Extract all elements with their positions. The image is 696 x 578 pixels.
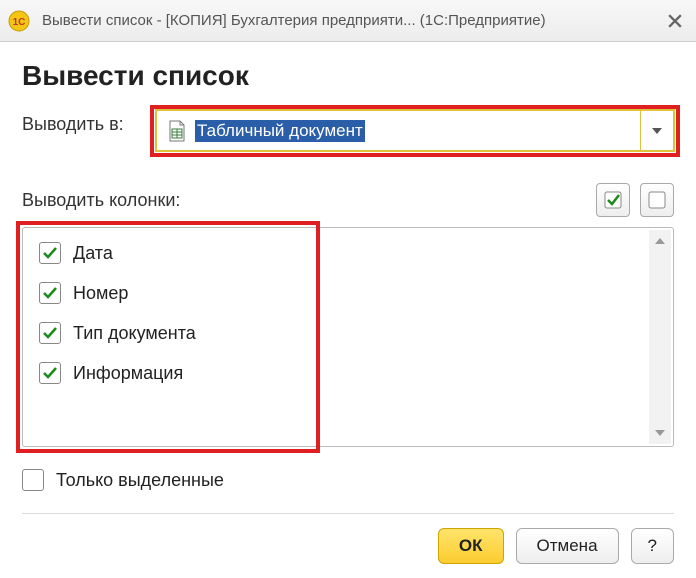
dialog-window: 1C Вывести список - [КОПИЯ] Бухгалтерия … bbox=[0, 0, 696, 558]
output-to-row: Выводить в: Табличный документ bbox=[22, 114, 674, 135]
check-all-button[interactable] bbox=[596, 183, 630, 217]
help-button[interactable]: ? bbox=[631, 528, 674, 564]
scrollbar[interactable] bbox=[649, 230, 671, 444]
output-selected-value: Табличный документ bbox=[195, 120, 365, 142]
scroll-down-button[interactable] bbox=[649, 422, 671, 444]
only-selected-row: Только выделенные bbox=[22, 469, 674, 491]
ok-button[interactable]: ОК bbox=[438, 528, 504, 564]
dropdown-arrow-button[interactable] bbox=[641, 111, 673, 150]
titlebar-text: Вывести список - [КОПИЯ] Бухгалтерия пре… bbox=[42, 12, 662, 29]
columns-label: Выводить колонки: bbox=[22, 190, 180, 211]
only-selected-checkbox[interactable] bbox=[22, 469, 44, 491]
list-item[interactable]: Информация bbox=[39, 362, 657, 384]
only-selected-label: Только выделенные bbox=[56, 470, 224, 491]
checkbox[interactable] bbox=[39, 362, 61, 384]
list-item-label: Информация bbox=[73, 363, 183, 384]
cancel-button[interactable]: Отмена bbox=[516, 528, 619, 564]
list-item-label: Тип документа bbox=[73, 323, 196, 344]
list-item[interactable]: Номер bbox=[39, 282, 657, 304]
column-tool-buttons bbox=[596, 183, 674, 217]
uncheck-all-button[interactable] bbox=[640, 183, 674, 217]
separator bbox=[22, 513, 674, 514]
columns-header-row: Выводить колонки: bbox=[22, 181, 674, 219]
output-dropdown[interactable]: Табличный документ bbox=[155, 109, 675, 152]
close-button[interactable] bbox=[662, 8, 688, 34]
list-item[interactable]: Тип документа bbox=[39, 322, 657, 344]
columns-checklist: Дата Номер Тип документа bbox=[23, 228, 673, 398]
output-to-label: Выводить в: bbox=[22, 114, 124, 135]
dialog-title: Вывести список bbox=[22, 60, 674, 92]
checkbox[interactable] bbox=[39, 282, 61, 304]
list-item-label: Дата bbox=[73, 243, 113, 264]
list-item-label: Номер bbox=[73, 283, 128, 304]
scroll-track[interactable] bbox=[649, 252, 671, 422]
list-item[interactable]: Дата bbox=[39, 242, 657, 264]
scroll-up-button[interactable] bbox=[649, 230, 671, 252]
app-1c-icon: 1C bbox=[8, 10, 30, 32]
checkbox[interactable] bbox=[39, 322, 61, 344]
output-dropdown-value-area[interactable]: Табличный документ bbox=[157, 111, 640, 150]
svg-text:1C: 1C bbox=[13, 17, 26, 28]
titlebar: 1C Вывести список - [КОПИЯ] Бухгалтерия … bbox=[0, 0, 696, 42]
checkbox[interactable] bbox=[39, 242, 61, 264]
buttons-row: ОК Отмена ? bbox=[22, 528, 674, 564]
columns-list: Дата Номер Тип документа bbox=[22, 227, 674, 447]
client-area: Вывести список Выводить в: bbox=[0, 42, 696, 578]
spreadsheet-doc-icon bbox=[167, 120, 187, 142]
